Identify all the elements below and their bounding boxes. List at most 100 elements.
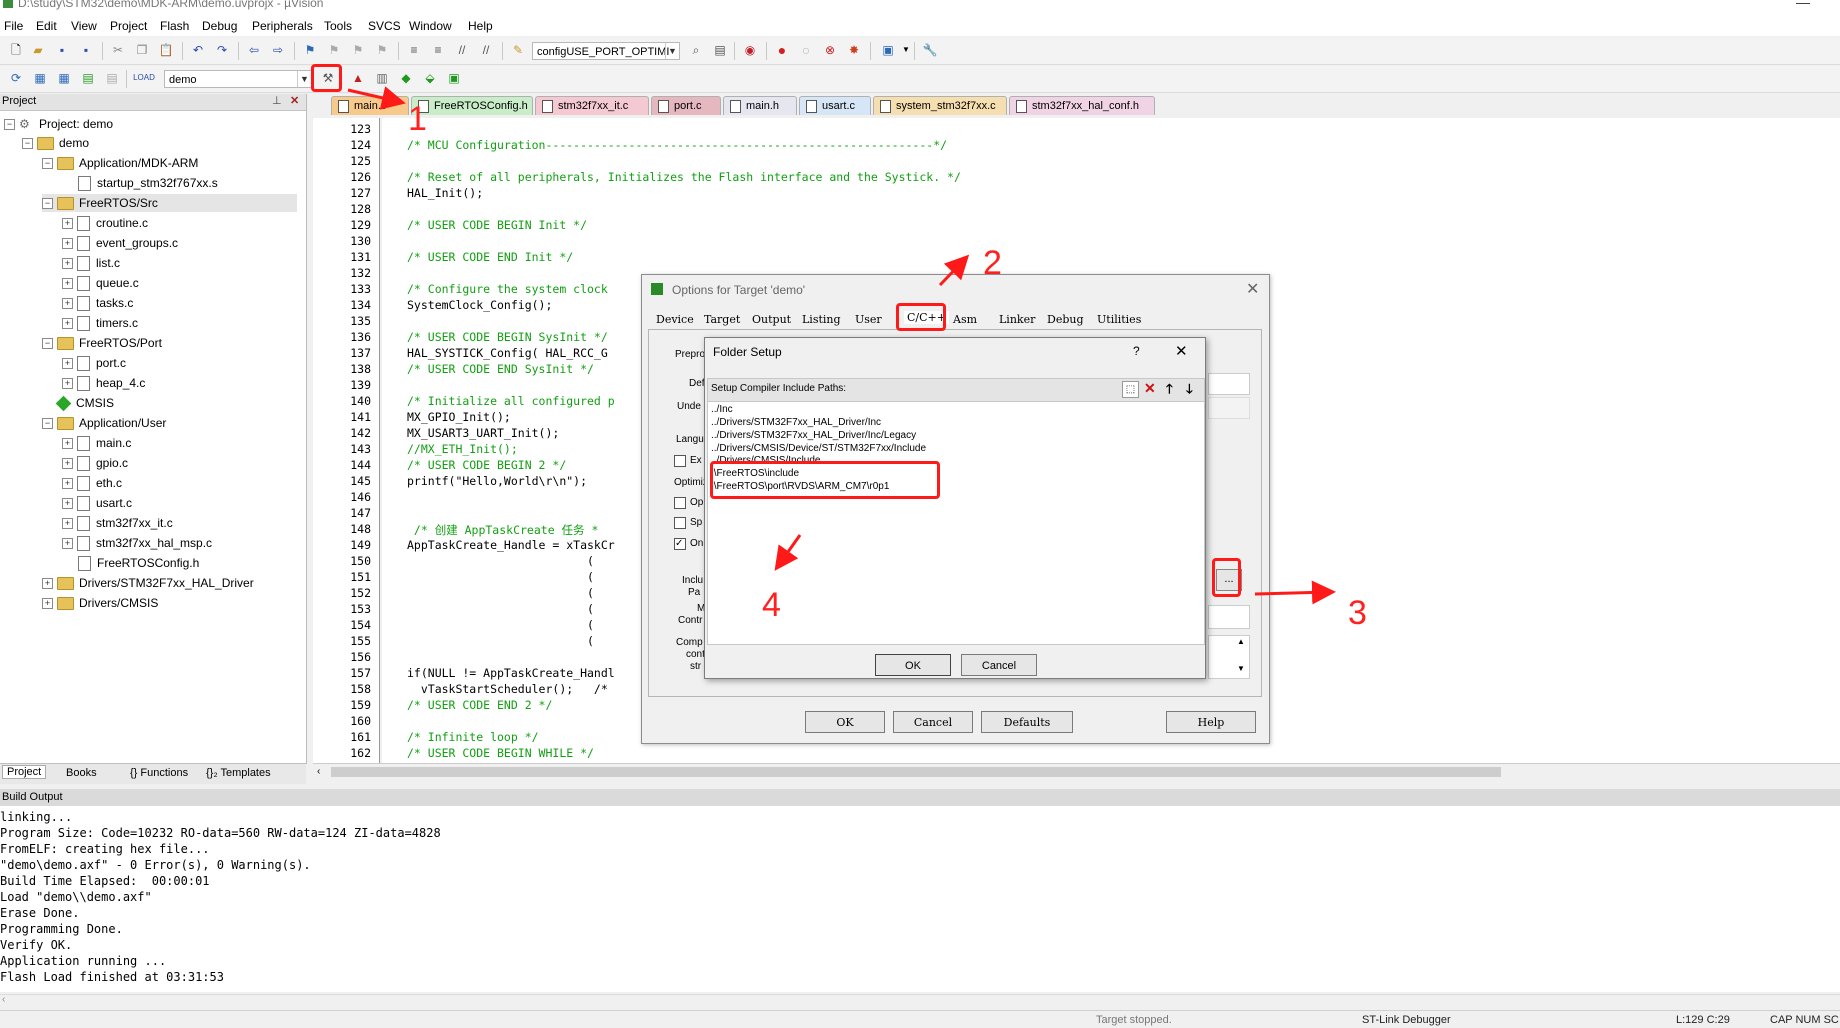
- expand-icon[interactable]: +: [62, 538, 73, 550]
- build-icon[interactable]: ▦: [32, 70, 48, 86]
- tab-project[interactable]: Project: [2, 765, 47, 779]
- find-combo[interactable]: configUSE_PORT_OPTIMI ▼: [532, 42, 680, 60]
- tab-debug[interactable]: Debug: [1047, 313, 1084, 326]
- manage-runtime-icon[interactable]: ◆: [398, 70, 414, 86]
- tree-file[interactable]: + stm32f7xx_hal_msp.c: [62, 534, 212, 552]
- breakpoint-icon[interactable]: ●: [774, 42, 790, 58]
- chevron-down-icon[interactable]: ▼: [297, 71, 311, 87]
- undefine-input[interactable]: [1208, 397, 1250, 419]
- tree-group[interactable]: − FreeRTOS/Src: [42, 194, 297, 212]
- move-down-icon[interactable]: 🡓: [1186, 380, 1193, 402]
- expand-icon[interactable]: +: [62, 498, 73, 510]
- help-button[interactable]: Help: [1166, 711, 1256, 733]
- expand-icon[interactable]: +: [62, 218, 73, 230]
- tab-main-c[interactable]: main.c: [331, 96, 409, 115]
- collapse-icon[interactable]: −: [4, 119, 15, 131]
- open-folder-icon[interactable]: ▰: [30, 42, 46, 58]
- paste-icon[interactable]: 📋: [158, 42, 174, 58]
- pin-icon[interactable]: ⊥: [272, 94, 282, 107]
- menu-edit[interactable]: Edit: [36, 19, 57, 33]
- close-icon[interactable]: ✕: [1175, 342, 1188, 360]
- tree-file[interactable]: + tasks.c: [62, 294, 133, 312]
- one-elf-checkbox[interactable]: ✓: [674, 538, 686, 550]
- scroll-left-icon[interactable]: ‹: [317, 766, 320, 777]
- unindent-icon[interactable]: ≡: [430, 42, 446, 58]
- list-item[interactable]: ../Inc: [711, 404, 733, 415]
- expand-icon[interactable]: +: [62, 458, 73, 470]
- expand-icon[interactable]: +: [62, 438, 73, 450]
- tab-system-stm32f7xx-c[interactable]: system_stm32f7xx.c: [873, 96, 1007, 115]
- rebuild-icon[interactable]: ▦: [56, 70, 72, 86]
- tab-listing[interactable]: Listing: [802, 313, 841, 326]
- tab-device[interactable]: Device: [656, 313, 694, 326]
- minimize-icon[interactable]: —: [1796, 0, 1810, 10]
- find-in-files-icon[interactable]: ✎: [510, 42, 526, 58]
- expand-icon[interactable]: +: [62, 278, 73, 290]
- new-folder-icon[interactable]: ⬚: [1122, 381, 1139, 398]
- tree-file[interactable]: + port.c: [62, 354, 126, 372]
- expand-icon[interactable]: +: [62, 298, 73, 310]
- tab-templates[interactable]: {}₂ Templates: [206, 767, 271, 779]
- tab-output[interactable]: Output: [752, 313, 791, 326]
- tab-port-c[interactable]: port.c: [651, 96, 721, 115]
- tab-stm32f7xx-it-c[interactable]: stm32f7xx_it.c: [535, 96, 649, 115]
- delete-icon[interactable]: ✕: [1144, 380, 1156, 397]
- scroll-down-icon[interactable]: ▼: [1237, 664, 1245, 673]
- tab-stm32f7xx-hal-conf-h[interactable]: stm32f7xx_hal_conf.h: [1009, 96, 1155, 115]
- tree-file[interactable]: + heap_4.c: [62, 374, 145, 392]
- tab-functions[interactable]: {} Functions: [130, 767, 188, 779]
- tree-file[interactable]: + stm32f7xx_it.c: [62, 514, 173, 532]
- collapse-icon[interactable]: −: [42, 338, 53, 350]
- optimize-time-checkbox[interactable]: [674, 497, 686, 509]
- nav-forward-icon[interactable]: ⇨: [270, 42, 286, 58]
- include-path-list[interactable]: ../Inc ../Drivers/STM32F7xx_HAL_Driver/I…: [707, 401, 1205, 645]
- expand-icon[interactable]: +: [62, 258, 73, 270]
- tree-group[interactable]: + Drivers/CMSIS: [42, 594, 158, 612]
- expand-icon[interactable]: +: [62, 378, 73, 390]
- tree-file[interactable]: + usart.c: [62, 494, 132, 512]
- tree-group[interactable]: − Application/User: [42, 414, 166, 432]
- copy-icon[interactable]: ❐: [134, 42, 150, 58]
- build-hscroll[interactable]: ‹: [0, 994, 1840, 1009]
- menu-file[interactable]: File: [4, 19, 23, 33]
- tree-file[interactable]: + croutine.c: [62, 214, 148, 232]
- save-all-icon[interactable]: ▪: [78, 42, 94, 58]
- translate-icon[interactable]: ⟳: [8, 70, 24, 86]
- tree-file[interactable]: + main.c: [62, 434, 131, 452]
- expand-icon[interactable]: +: [42, 598, 53, 610]
- expand-icon[interactable]: +: [62, 318, 73, 330]
- tree-group[interactable]: + Drivers/STM32F7xx_HAL_Driver: [42, 574, 254, 592]
- menu-svcs[interactable]: SVCS: [368, 19, 401, 33]
- tree-group[interactable]: − FreeRTOS/Port: [42, 334, 162, 352]
- menu-peripherals[interactable]: Peripherals: [252, 19, 313, 33]
- nav-back-icon[interactable]: ⇦: [246, 42, 262, 58]
- tab-books[interactable]: Books: [66, 767, 97, 779]
- menu-debug[interactable]: Debug: [202, 19, 237, 33]
- scroll-thumb[interactable]: [331, 767, 1501, 777]
- tree-file[interactable]: startup_stm32f767xx.s: [78, 174, 218, 192]
- tab-usart-c[interactable]: usart.c: [799, 96, 871, 115]
- scroll-left-icon[interactable]: ‹: [2, 994, 5, 1005]
- tree-target[interactable]: − demo: [22, 134, 89, 152]
- tab-main-h[interactable]: main.h: [723, 96, 797, 115]
- download-icon[interactable]: LOAD: [133, 70, 155, 86]
- chevron-down-icon[interactable]: ▼: [898, 42, 914, 58]
- defaults-button[interactable]: Defaults: [981, 711, 1073, 733]
- expand-icon[interactable]: +: [62, 478, 73, 490]
- find-icon[interactable]: ▤: [712, 42, 728, 58]
- tree-file[interactable]: + event_groups.c: [62, 234, 178, 252]
- tree-group[interactable]: − Application/MDK-ARM: [42, 154, 198, 172]
- tree-file[interactable]: + list.c: [62, 254, 120, 272]
- window-layout-icon[interactable]: ▣: [880, 42, 896, 58]
- tree-project-root[interactable]: − ⚙ Project: demo: [4, 115, 113, 133]
- undo-icon[interactable]: ↶: [190, 42, 206, 58]
- debug-session-icon[interactable]: ◉: [742, 42, 758, 58]
- menu-flash[interactable]: Flash: [160, 19, 189, 33]
- define-input[interactable]: [1208, 373, 1250, 395]
- manage-project-items-icon[interactable]: ▲: [350, 70, 366, 86]
- tab-linker[interactable]: Linker: [999, 313, 1035, 326]
- move-up-icon[interactable]: 🡑: [1166, 380, 1173, 402]
- stop-build-icon[interactable]: ▤: [104, 70, 120, 86]
- menu-project[interactable]: Project: [110, 19, 147, 33]
- menu-window[interactable]: Window: [409, 19, 452, 33]
